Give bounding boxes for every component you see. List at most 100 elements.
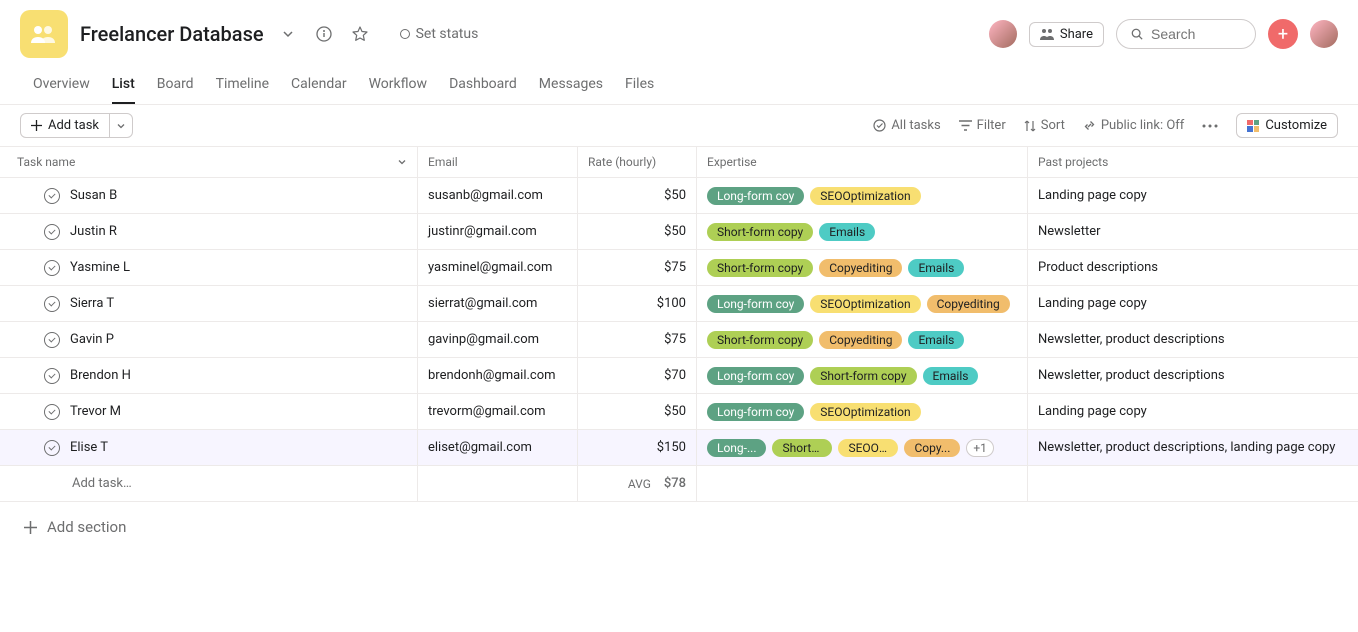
table-row[interactable]: Elise Teliset@gmail.com$150Long-...Short… bbox=[0, 430, 1358, 466]
email-cell[interactable]: justinr@gmail.com bbox=[418, 214, 578, 249]
tab-timeline[interactable]: Timeline bbox=[216, 68, 269, 104]
past-projects-cell[interactable]: Newsletter, product descriptions bbox=[1028, 358, 1358, 393]
past-projects-cell[interactable]: Newsletter bbox=[1028, 214, 1358, 249]
add-task-inline[interactable]: Add task… AVG $78 bbox=[0, 466, 1358, 502]
tag-emails: Emails bbox=[908, 331, 964, 349]
complete-toggle[interactable] bbox=[44, 224, 60, 240]
rate-cell[interactable]: $100 bbox=[578, 286, 697, 321]
email-cell[interactable]: sierrat@gmail.com bbox=[418, 286, 578, 321]
column-header-rate[interactable]: Rate (hourly) bbox=[578, 147, 697, 177]
avatar[interactable] bbox=[989, 20, 1017, 48]
email-cell[interactable]: susanb@gmail.com bbox=[418, 178, 578, 213]
plus-icon bbox=[24, 521, 37, 534]
table-row[interactable]: Gavin P gavinp@gmail.com$75Short-form cop… bbox=[0, 322, 1358, 358]
sort-icon bbox=[1024, 120, 1036, 132]
email-cell[interactable]: yasminel@gmail.com bbox=[418, 250, 578, 285]
tab-list[interactable]: List bbox=[112, 68, 135, 104]
tag-seo: SEOOptimization bbox=[810, 403, 920, 421]
complete-toggle[interactable] bbox=[44, 188, 60, 204]
complete-toggle[interactable] bbox=[44, 404, 60, 420]
past-projects-cell[interactable]: Landing page copy bbox=[1028, 178, 1358, 213]
more-options[interactable] bbox=[1202, 124, 1218, 128]
column-header-name[interactable]: Task name bbox=[0, 147, 418, 177]
table-row[interactable]: Justin Rjustinr@gmail.com$50Short-form c… bbox=[0, 214, 1358, 250]
email-cell[interactable]: gavinp@gmail.com bbox=[418, 322, 578, 357]
expertise-cell[interactable]: Long-form coyShort-form copyEmails bbox=[697, 358, 1028, 393]
customize-button[interactable]: Customize bbox=[1236, 113, 1338, 138]
aggregate-label: AVG bbox=[628, 477, 651, 491]
tab-overview[interactable]: Overview bbox=[33, 68, 90, 104]
past-projects-cell[interactable]: Landing page copy bbox=[1028, 394, 1358, 429]
set-status-label: Set status bbox=[416, 26, 479, 42]
rate-cell[interactable]: $75 bbox=[578, 322, 697, 357]
rate-cell[interactable]: $50 bbox=[578, 214, 697, 249]
expertise-cell[interactable]: Short-form copyEmails bbox=[697, 214, 1028, 249]
tab-files[interactable]: Files bbox=[625, 68, 654, 104]
email-cell[interactable]: brendonh@gmail.com bbox=[418, 358, 578, 393]
email-cell[interactable]: trevorm@gmail.com bbox=[418, 394, 578, 429]
filter-button[interactable]: Filter bbox=[959, 118, 1006, 133]
add-task-dropdown[interactable] bbox=[110, 117, 132, 135]
public-link-button[interactable]: Public link: Off bbox=[1083, 118, 1184, 133]
task-name: Sierra T bbox=[70, 296, 114, 311]
complete-toggle[interactable] bbox=[44, 260, 60, 276]
customize-icon bbox=[1247, 120, 1259, 132]
column-header-expertise[interactable]: Expertise bbox=[697, 147, 1028, 177]
rate-cell[interactable]: $50 bbox=[578, 394, 697, 429]
column-header-email[interactable]: Email bbox=[418, 147, 578, 177]
task-name: Susan B bbox=[70, 188, 117, 203]
all-tasks-filter[interactable]: All tasks bbox=[873, 118, 940, 133]
tab-board[interactable]: Board bbox=[157, 68, 194, 104]
tab-workflow[interactable]: Workflow bbox=[369, 68, 428, 104]
expertise-cell[interactable]: Long-form coySEOOptimization bbox=[697, 394, 1028, 429]
table-row[interactable]: Sierra Tsierrat@gmail.com$100Long-form c… bbox=[0, 286, 1358, 322]
tab-messages[interactable]: Messages bbox=[539, 68, 603, 104]
tag-copyediting: Copy... bbox=[904, 439, 960, 457]
chevron-down-icon[interactable] bbox=[276, 22, 300, 46]
table-row[interactable]: Trevor M trevorm@gmail.com$50Long-form co… bbox=[0, 394, 1358, 430]
rate-cell[interactable]: $150 bbox=[578, 430, 697, 465]
search-input[interactable] bbox=[1151, 26, 1241, 42]
rate-cell[interactable]: $50 bbox=[578, 178, 697, 213]
set-status-button[interactable]: Set status bbox=[400, 26, 479, 42]
expertise-cell[interactable]: Short-form copyCopyeditingEmails bbox=[697, 322, 1028, 357]
tab-calendar[interactable]: Calendar bbox=[291, 68, 347, 104]
past-projects-cell[interactable]: Landing page copy bbox=[1028, 286, 1358, 321]
past-projects-cell[interactable]: Product descriptions bbox=[1028, 250, 1358, 285]
table-row[interactable]: Yasmine Lyasminel@gmail.com$75Short-form… bbox=[0, 250, 1358, 286]
complete-toggle[interactable] bbox=[44, 332, 60, 348]
avatar[interactable] bbox=[1310, 20, 1338, 48]
rate-cell[interactable]: $70 bbox=[578, 358, 697, 393]
share-button[interactable]: Share bbox=[1029, 22, 1104, 47]
tab-dashboard[interactable]: Dashboard bbox=[449, 68, 517, 104]
task-name: Trevor M bbox=[70, 404, 121, 419]
rate-cell[interactable]: $75 bbox=[578, 250, 697, 285]
table-row[interactable]: Susan B susanb@gmail.com$50Long-form coyS… bbox=[0, 178, 1358, 214]
info-icon[interactable] bbox=[312, 22, 336, 46]
add-task-button[interactable]: Add task bbox=[20, 113, 133, 138]
add-section-button[interactable]: Add section bbox=[0, 502, 1358, 552]
expertise-cell[interactable]: Long-...Short-f...SEOOp...Copy...+1 bbox=[697, 430, 1028, 465]
past-projects-cell[interactable]: Newsletter, product descriptions, landin… bbox=[1028, 430, 1358, 465]
email-cell[interactable]: eliset@gmail.com bbox=[418, 430, 578, 465]
search-box[interactable] bbox=[1116, 19, 1256, 49]
aggregate-value: $78 bbox=[664, 476, 686, 491]
tag-emails: Emails bbox=[923, 367, 979, 385]
complete-toggle[interactable] bbox=[44, 296, 60, 312]
complete-toggle[interactable] bbox=[44, 368, 60, 384]
tag-long-form: Long-form coy bbox=[707, 295, 804, 313]
link-icon bbox=[1083, 119, 1096, 132]
complete-toggle[interactable] bbox=[44, 440, 60, 456]
task-name: Brendon H bbox=[70, 368, 131, 383]
star-icon[interactable] bbox=[348, 22, 372, 46]
expertise-cell[interactable]: Long-form coySEOOptimizationCopyediting bbox=[697, 286, 1028, 321]
past-projects-cell[interactable]: Newsletter, product descriptions bbox=[1028, 322, 1358, 357]
expertise-cell[interactable]: Short-form copyCopyeditingEmails bbox=[697, 250, 1028, 285]
global-add-button[interactable]: + bbox=[1268, 19, 1298, 49]
expertise-cell[interactable]: Long-form coySEOOptimization bbox=[697, 178, 1028, 213]
tag-overflow[interactable]: +1 bbox=[966, 439, 994, 457]
column-header-past[interactable]: Past projects bbox=[1028, 147, 1358, 177]
task-name: Gavin P bbox=[70, 332, 114, 347]
table-row[interactable]: Brendon H brendonh@gmail.com$70Long-form … bbox=[0, 358, 1358, 394]
sort-button[interactable]: Sort bbox=[1024, 118, 1065, 133]
